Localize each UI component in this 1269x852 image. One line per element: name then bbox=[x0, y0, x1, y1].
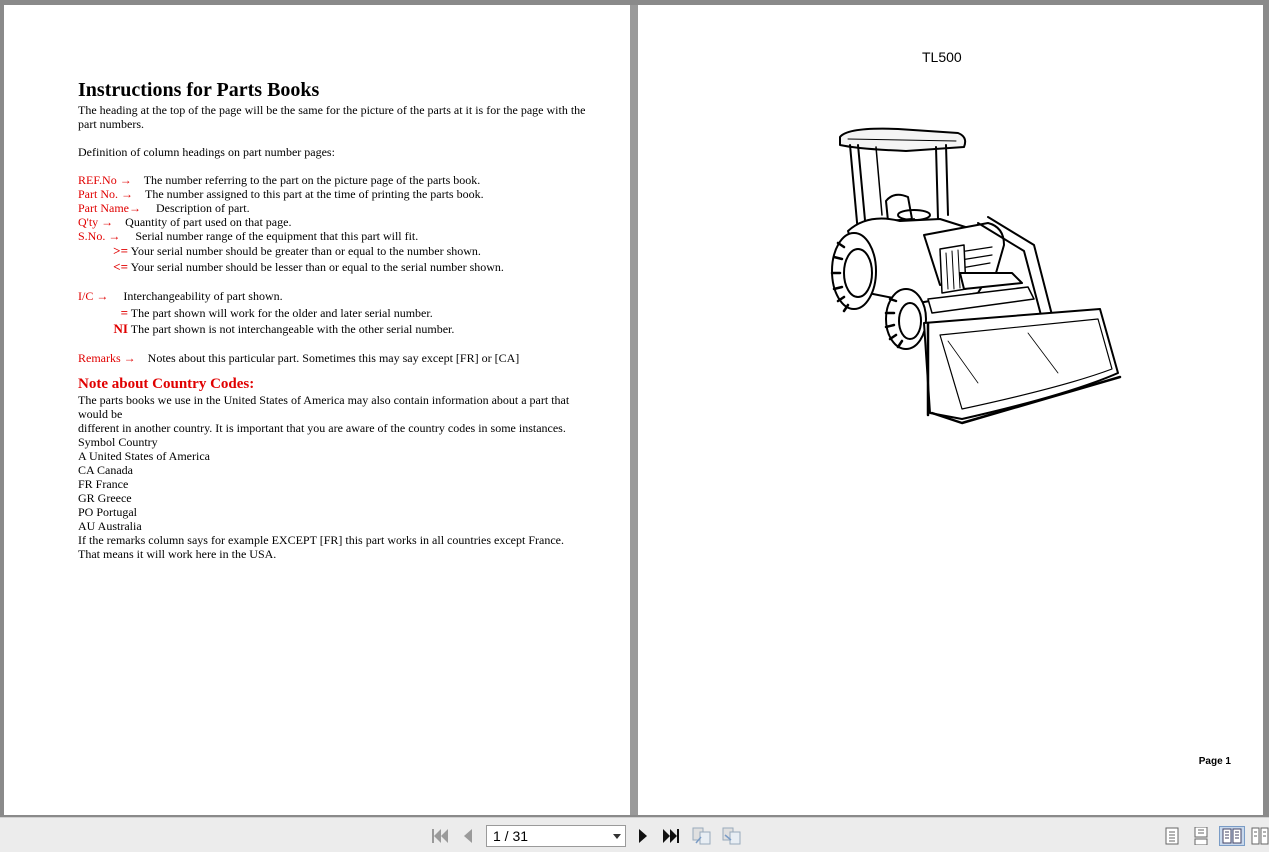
two-page-continuous-view-button[interactable] bbox=[1251, 827, 1269, 845]
country-codes-heading: Note about Country Codes: bbox=[78, 376, 255, 392]
column-label: Remarks bbox=[78, 351, 121, 365]
page-indicator-text: 1 / 31 bbox=[493, 828, 529, 844]
column-desc: Notes about this particular part. Someti… bbox=[147, 351, 520, 365]
back-view-icon bbox=[692, 827, 711, 845]
ic-note-ni: NI The part shown is not interchangeable… bbox=[78, 321, 588, 337]
continuous-page-icon bbox=[1194, 827, 1208, 845]
column-def-remarks: Remarks → Notes about this particular pa… bbox=[78, 351, 588, 365]
column-def-qty: Q'ty → Quantity of part used on that pag… bbox=[78, 215, 588, 229]
column-desc: Interchangeability of part shown. bbox=[123, 289, 283, 303]
note-text: Your serial number should be lesser than… bbox=[130, 260, 504, 274]
column-label: I/C bbox=[78, 289, 94, 303]
right-arrow-icon: → bbox=[120, 351, 139, 365]
column-label: Q'ty bbox=[78, 215, 99, 229]
column-label: Part Name bbox=[78, 201, 129, 215]
country-item: GR Greece bbox=[78, 491, 132, 505]
first-page-button[interactable] bbox=[430, 827, 450, 845]
column-desc: The number assigned to this part at the … bbox=[145, 187, 484, 201]
note-symbol: NI bbox=[113, 321, 128, 336]
country-item: AU Australia bbox=[78, 519, 142, 533]
ic-note-equal: = The part shown will work for the older… bbox=[78, 305, 588, 321]
column-label: REF.No bbox=[78, 173, 117, 187]
closing-line-2: That means it will work here in the USA. bbox=[78, 547, 277, 561]
country-item: CA Canada bbox=[78, 463, 133, 477]
serial-note-lesser: <= Your serial number should be lesser t… bbox=[78, 259, 588, 275]
column-def-part-no: Part No. → The number assigned to this p… bbox=[78, 187, 588, 201]
column-desc: Description of part. bbox=[155, 201, 250, 215]
continuous-view-button[interactable] bbox=[1191, 827, 1211, 845]
symbol-country-header: Symbol Country bbox=[78, 435, 158, 449]
note-text: Your serial number should be greater tha… bbox=[130, 244, 481, 258]
last-page-button[interactable] bbox=[661, 827, 681, 845]
first-page-icon bbox=[432, 829, 448, 843]
country-item: FR France bbox=[78, 477, 129, 491]
closing-line-1: If the remarks column says for example E… bbox=[78, 533, 564, 547]
instructions-title: Instructions for Parts Books bbox=[78, 79, 320, 101]
chevron-down-icon bbox=[613, 834, 621, 839]
country-item: PO Portugal bbox=[78, 505, 138, 519]
page-number-label: Page 1 bbox=[1198, 756, 1231, 767]
previous-page-icon bbox=[464, 829, 472, 843]
single-page-icon bbox=[1165, 827, 1179, 845]
right-arrow-icon: → bbox=[105, 229, 124, 243]
column-label: S.No. bbox=[78, 229, 106, 243]
left-document-page: Instructions for Parts Books The heading… bbox=[4, 5, 630, 815]
next-page-button[interactable] bbox=[633, 827, 653, 845]
country-paragraph-2: different in another country. It is impo… bbox=[78, 421, 566, 435]
page-gap bbox=[630, 5, 638, 815]
go-back-view-button[interactable] bbox=[692, 827, 712, 845]
column-desc: Serial number range of the equipment tha… bbox=[135, 229, 419, 243]
right-arrow-icon: → bbox=[118, 187, 136, 201]
column-def-part-name: Part Name→ Description of part. bbox=[78, 201, 588, 215]
previous-page-button[interactable] bbox=[458, 827, 478, 845]
note-symbol: >= bbox=[113, 243, 128, 258]
viewer-toolbar: 1 / 31 bbox=[0, 817, 1269, 852]
next-page-icon bbox=[639, 829, 647, 843]
right-arrow-icon: → bbox=[93, 289, 112, 303]
column-def-ic: I/C → Interchangeability of part shown. bbox=[78, 289, 588, 303]
note-text: The part shown is not interchangeable wi… bbox=[130, 322, 455, 336]
note-symbol: = bbox=[120, 305, 128, 320]
column-desc: The number referring to the part on the … bbox=[143, 173, 481, 187]
tractor-loader-illustration bbox=[830, 127, 1122, 425]
right-document-page: TL500 Page 1 bbox=[638, 5, 1263, 815]
forward-view-icon bbox=[722, 827, 741, 845]
intro-paragraph: The heading at the top of the page will … bbox=[78, 103, 586, 131]
two-page-view-button[interactable] bbox=[1219, 826, 1245, 846]
right-arrow-icon: → bbox=[116, 173, 135, 187]
model-title: TL500 bbox=[922, 49, 962, 65]
definition-heading: Definition of column headings on part nu… bbox=[78, 145, 335, 159]
note-symbol: <= bbox=[113, 259, 128, 274]
right-arrow-icon: → bbox=[128, 201, 144, 215]
right-arrow-icon: → bbox=[98, 215, 117, 229]
country-paragraph-1: The parts books we use in the United Sta… bbox=[78, 393, 570, 421]
two-page-continuous-icon bbox=[1251, 827, 1269, 845]
column-def-ref-no: REF.No → The number referring to the par… bbox=[78, 173, 588, 187]
column-desc: Quantity of part used on that page. bbox=[125, 215, 292, 229]
column-def-serial-no: S.No. → Serial number range of the equip… bbox=[78, 229, 588, 243]
instructions-content: Instructions for Parts Books The heading… bbox=[78, 77, 588, 561]
column-label: Part No. bbox=[78, 187, 118, 201]
note-text: The part shown will work for the older a… bbox=[130, 306, 433, 320]
single-page-view-button[interactable] bbox=[1162, 827, 1182, 845]
two-page-icon bbox=[1222, 828, 1242, 844]
page-number-select[interactable]: 1 / 31 bbox=[486, 825, 626, 847]
go-forward-view-button[interactable] bbox=[722, 827, 742, 845]
serial-note-greater: >= Your serial number should be greater … bbox=[78, 243, 588, 259]
country-item: A United States of America bbox=[78, 449, 210, 463]
last-page-icon bbox=[663, 829, 679, 843]
